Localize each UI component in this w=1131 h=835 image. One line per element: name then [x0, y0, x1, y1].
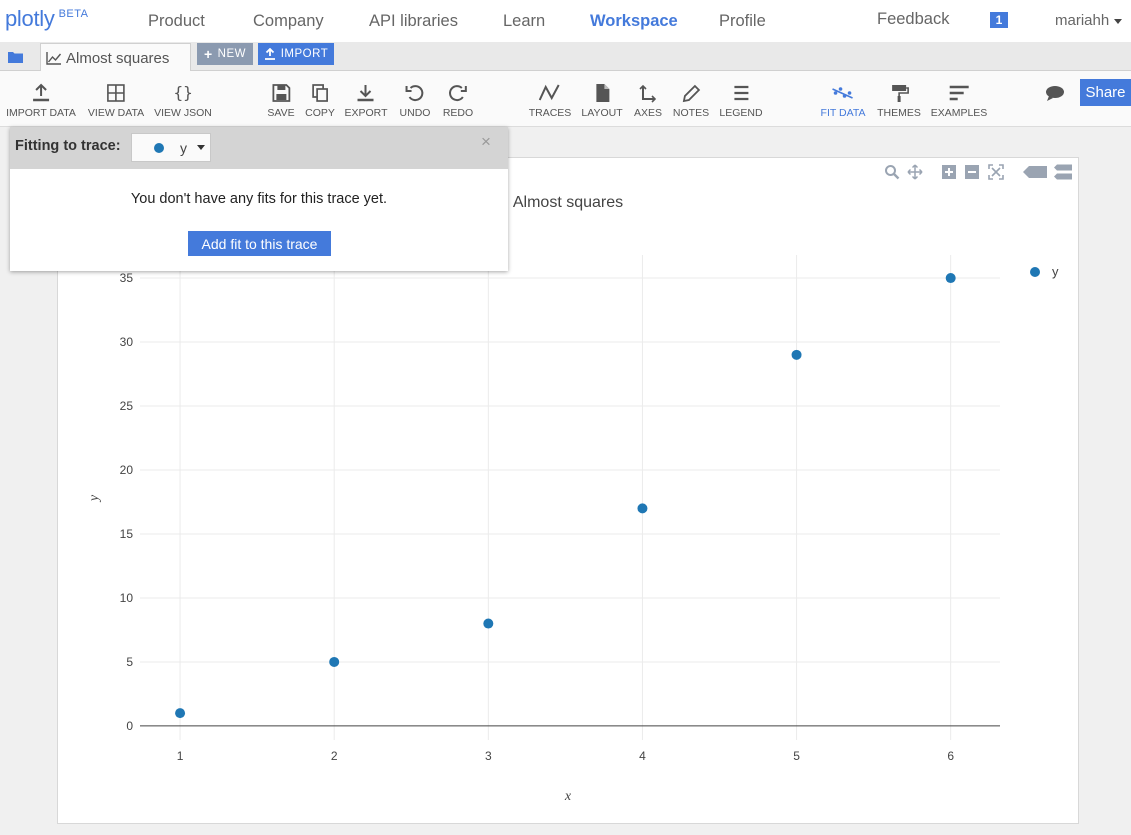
y-tick-label: 10 — [120, 591, 134, 605]
chevron-down-icon — [197, 145, 205, 150]
fit-panel-header: Fitting to trace: y × — [10, 127, 508, 169]
trace-marker — [154, 142, 164, 153]
x-tick-label: 1 — [177, 749, 184, 763]
add-fit-button[interactable]: Add fit to this trace — [188, 231, 331, 256]
axes: 1 2 3 4 5 6 0 5 10 15 20 25 30 35 — [120, 271, 1000, 763]
y-axis-title: y — [87, 494, 102, 503]
y-tick-label: 25 — [120, 399, 134, 413]
x-tick-label: 6 — [947, 749, 954, 763]
x-axis-title: x — [564, 789, 572, 804]
data-point[interactable] — [483, 618, 494, 629]
legend-item-y: y — [1052, 264, 1059, 279]
grid-lines — [140, 255, 1000, 740]
y-tick-label: 15 — [120, 527, 134, 541]
fit-data-panel: Fitting to trace: y × You don't have any… — [10, 127, 508, 271]
fitting-to-trace-label: Fitting to trace: — [15, 138, 121, 154]
close-icon[interactable]: × — [481, 132, 491, 152]
y-tick-label: 0 — [126, 719, 133, 733]
data-point[interactable] — [791, 349, 802, 360]
no-fits-message: You don't have any fits for this trace y… — [130, 191, 388, 207]
y-tick-label: 30 — [120, 335, 134, 349]
chart-title: Almost squares — [513, 194, 623, 211]
legend[interactable]: y — [1030, 264, 1059, 279]
y-tick-label: 35 — [120, 271, 134, 285]
x-tick-label: 5 — [793, 749, 800, 763]
data-point[interactable] — [637, 503, 648, 514]
data-point[interactable] — [945, 273, 956, 284]
legend-marker — [1030, 266, 1040, 277]
data-points — [175, 273, 956, 719]
data-point[interactable] — [175, 708, 186, 719]
scatter-chart: 1 2 3 4 5 6 0 5 10 15 20 25 30 35 Almost squares x y — [87, 194, 1000, 804]
x-tick-label: 2 — [331, 749, 338, 763]
selected-trace-name: y — [180, 139, 187, 156]
y-tick-label: 5 — [126, 655, 133, 669]
y-tick-label: 20 — [120, 463, 134, 477]
trace-selector[interactable]: y — [131, 133, 211, 162]
x-tick-label: 4 — [639, 749, 646, 763]
x-tick-label: 3 — [485, 749, 492, 763]
data-point[interactable] — [329, 656, 340, 667]
